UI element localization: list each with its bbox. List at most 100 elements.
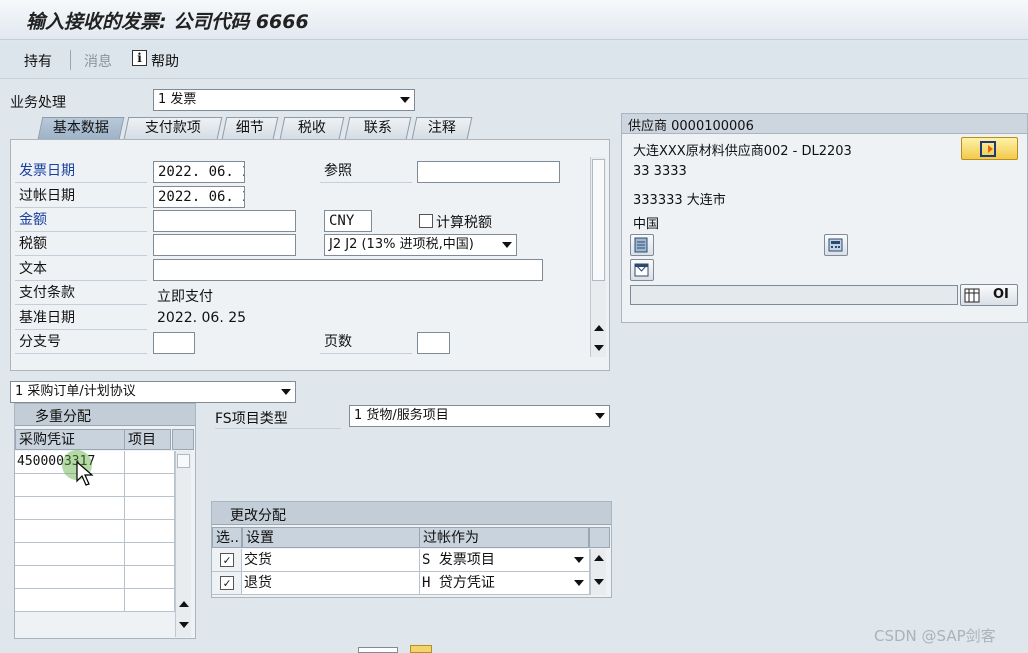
reference-field[interactable] bbox=[417, 161, 560, 183]
tab-payment[interactable]: 支付款项 bbox=[123, 117, 223, 139]
change-assign-scrollbar[interactable] bbox=[590, 549, 606, 595]
table-icon bbox=[964, 288, 980, 303]
po-cell[interactable] bbox=[15, 589, 125, 612]
baseline-date-label: 基准日期 bbox=[15, 308, 147, 330]
hold-button[interactable]: 持有 bbox=[24, 51, 52, 71]
tax-amount-field[interactable] bbox=[153, 234, 296, 256]
item-cell[interactable] bbox=[125, 497, 175, 520]
calc-tax-label: 计算税额 bbox=[436, 215, 492, 231]
chevron-down-icon bbox=[574, 580, 584, 586]
tab-tax[interactable]: 税收 bbox=[279, 117, 345, 139]
col-item-header[interactable]: 项目 bbox=[124, 429, 171, 450]
item-cell[interactable] bbox=[125, 474, 175, 497]
posting-value: H 贷方凭证 bbox=[422, 575, 495, 591]
tab-contact[interactable]: 联系 bbox=[344, 117, 412, 139]
amount-field[interactable] bbox=[153, 210, 296, 232]
fs-item-dropdown[interactable]: 1 货物/服务项目 bbox=[349, 405, 610, 427]
mouse-cursor-icon bbox=[76, 461, 94, 486]
reference-doc-dropdown[interactable]: 1 采购订单/计划协议 bbox=[10, 381, 296, 403]
posting-date-field[interactable]: 2022. 06. 25 bbox=[153, 186, 245, 208]
setting-cell: 退货 bbox=[242, 572, 420, 595]
basic-data-scrollbar[interactable] bbox=[590, 157, 606, 357]
info-icon: i bbox=[132, 50, 147, 66]
vendor-display-button[interactable] bbox=[961, 137, 1018, 160]
vendor-name: 大连XXX原材料供应商002 - DL2203 bbox=[633, 144, 852, 159]
col-select-header[interactable]: 选.. bbox=[212, 527, 242, 548]
col-po-header[interactable]: 采购凭证 bbox=[15, 429, 125, 450]
title-bar: 输入接收的发票: 公司代码 6666 bbox=[0, 0, 1028, 40]
vendor-line3: 333333 大连市 bbox=[633, 193, 726, 208]
application-toolbar: 持有 消息 i 帮助 bbox=[0, 41, 1028, 79]
po-cell[interactable] bbox=[15, 543, 125, 566]
tax-code-dropdown[interactable]: J2 J2 (13% 进项税,中国) bbox=[324, 234, 517, 256]
posting-dropdown[interactable]: H 贷方凭证 bbox=[420, 572, 590, 595]
invoice-date-label: 发票日期 bbox=[15, 161, 147, 183]
vendor-oi-field[interactable] bbox=[630, 285, 958, 305]
item-cell[interactable] bbox=[125, 451, 175, 474]
scroll-down-icon[interactable] bbox=[594, 345, 604, 351]
col-posting-header[interactable]: 过帐作为 bbox=[419, 527, 589, 548]
bottom-field[interactable] bbox=[358, 647, 398, 653]
po-cell[interactable] bbox=[15, 497, 125, 520]
chevron-down-icon bbox=[281, 389, 291, 395]
multi-assign-title: 多重分配 bbox=[35, 409, 91, 425]
vendor-header-bar: 供应商 0000100006 bbox=[622, 114, 1027, 134]
amount-label: 金额 bbox=[15, 210, 147, 232]
text-field[interactable] bbox=[153, 259, 543, 281]
document-icon bbox=[634, 237, 648, 253]
chevron-down-icon bbox=[574, 557, 584, 563]
multi-assign-scrollbar[interactable] bbox=[175, 451, 191, 637]
scroll-down-icon[interactable] bbox=[594, 579, 604, 585]
tab-basic-data[interactable]: 基本数据 bbox=[37, 117, 125, 139]
item-cell[interactable] bbox=[125, 589, 175, 612]
grid-settings-button[interactable] bbox=[589, 527, 610, 548]
scroll-up-icon[interactable] bbox=[594, 325, 604, 331]
transaction-value: 1 发票 bbox=[158, 92, 197, 107]
scroll-up-icon[interactable] bbox=[179, 601, 189, 607]
window-title: 输入接收的发票: 公司代码 6666 bbox=[26, 11, 309, 33]
fs-item-underline bbox=[215, 428, 341, 429]
invoice-date-field[interactable]: 2022. 06. 25 bbox=[153, 161, 245, 183]
tab-notes[interactable]: 注释 bbox=[411, 117, 473, 139]
messages-button[interactable]: 消息 bbox=[84, 51, 112, 71]
chevron-down-icon bbox=[502, 242, 512, 248]
fs-item-value: 1 货物/服务项目 bbox=[354, 408, 449, 423]
vendor-line2: 33 3333 bbox=[633, 164, 687, 179]
select-cell: ✓ bbox=[212, 572, 242, 595]
scroll-up-icon[interactable] bbox=[594, 555, 604, 561]
po-cell[interactable] bbox=[15, 566, 125, 589]
grid-settings-button[interactable] bbox=[172, 429, 194, 450]
scroll-down-icon[interactable] bbox=[179, 622, 189, 628]
item-cell[interactable] bbox=[125, 543, 175, 566]
vendor-bank-button[interactable] bbox=[630, 259, 654, 281]
pages-field[interactable] bbox=[417, 332, 450, 354]
item-cell[interactable] bbox=[125, 520, 175, 543]
chevron-down-icon bbox=[400, 97, 410, 103]
currency-field[interactable]: CNY bbox=[324, 210, 372, 232]
tab-details[interactable]: 细节 bbox=[221, 117, 279, 139]
vendor-master-button[interactable] bbox=[630, 234, 654, 256]
posting-value: S 发票项目 bbox=[422, 552, 495, 568]
text-label: 文本 bbox=[15, 259, 147, 281]
reference-doc-value: 1 采购订单/计划协议 bbox=[15, 384, 136, 399]
open-items-button[interactable]: OI bbox=[960, 284, 1018, 306]
col-setting-header[interactable]: 设置 bbox=[242, 527, 420, 548]
setting-cell: 交货 bbox=[242, 549, 420, 572]
help-button[interactable]: 帮助 bbox=[151, 51, 179, 71]
calc-tax-checkbox[interactable] bbox=[419, 214, 433, 228]
transaction-dropdown[interactable]: 1 发票 bbox=[153, 89, 415, 111]
item-cell[interactable] bbox=[125, 566, 175, 589]
payment-terms-value: 立即支付 bbox=[157, 289, 213, 305]
row-checkbox[interactable]: ✓ bbox=[220, 576, 234, 590]
reference-label: 参照 bbox=[320, 161, 412, 183]
vendor-country: 中国 bbox=[633, 217, 660, 232]
vendor-header: 供应商 0000100006 bbox=[628, 119, 754, 134]
po-cell[interactable] bbox=[15, 520, 125, 543]
scroll-thumb[interactable] bbox=[592, 159, 605, 281]
vendor-print-button[interactable] bbox=[824, 234, 848, 256]
branch-field[interactable] bbox=[153, 332, 195, 354]
posting-dropdown[interactable]: S 发票项目 bbox=[420, 549, 590, 572]
pages-label: 页数 bbox=[320, 332, 412, 354]
row-checkbox[interactable]: ✓ bbox=[220, 553, 234, 567]
scroll-thumb[interactable] bbox=[177, 454, 190, 468]
